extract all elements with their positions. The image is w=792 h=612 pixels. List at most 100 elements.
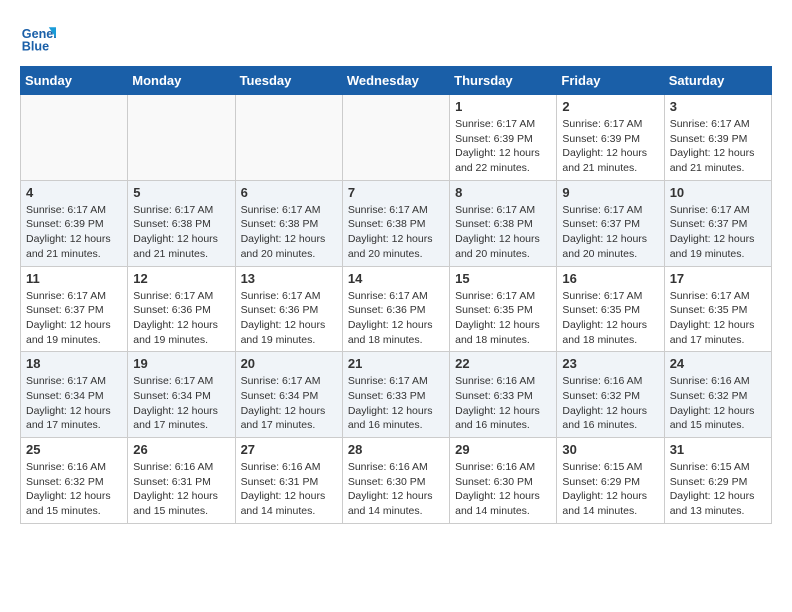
day-number: 30 [562, 442, 658, 457]
calendar-day-cell: 10 Sunrise: 6:17 AM Sunset: 6:37 PM Dayli… [664, 180, 771, 266]
day-info: Sunrise: 6:17 AM Sunset: 6:33 PM Dayligh… [348, 374, 444, 433]
day-info: Sunrise: 6:17 AM Sunset: 6:35 PM Dayligh… [670, 289, 766, 348]
day-info: Sunrise: 6:15 AM Sunset: 6:29 PM Dayligh… [562, 460, 658, 519]
logo: General Blue [20, 20, 60, 56]
day-info: Sunrise: 6:17 AM Sunset: 6:35 PM Dayligh… [562, 289, 658, 348]
day-number: 27 [241, 442, 337, 457]
day-number: 19 [133, 356, 229, 371]
day-info: Sunrise: 6:16 AM Sunset: 6:32 PM Dayligh… [562, 374, 658, 433]
day-info: Sunrise: 6:15 AM Sunset: 6:29 PM Dayligh… [670, 460, 766, 519]
calendar-day-cell: 11Sunrise: 6:17 AM Sunset: 6:37 PM Dayli… [21, 266, 128, 352]
calendar-table: SundayMondayTuesdayWednesdayThursdayFrid… [20, 66, 772, 524]
day-info: Sunrise: 6:17 AM Sunset: 6:39 PM Dayligh… [455, 117, 551, 176]
calendar-day-cell: 8 Sunrise: 6:17 AM Sunset: 6:38 PM Daylig… [450, 180, 557, 266]
calendar-day-cell: 1 Sunrise: 6:17 AM Sunset: 6:39 PM Daylig… [450, 95, 557, 181]
day-number: 16 [562, 271, 658, 286]
calendar-day-cell: 31 Sunrise: 6:15 AM Sunset: 6:29 PM Dayli… [664, 438, 771, 524]
day-of-week-header: Wednesday [342, 67, 449, 95]
day-of-week-header: Friday [557, 67, 664, 95]
calendar-day-cell: 4Sunrise: 6:17 AM Sunset: 6:39 PM Daylig… [21, 180, 128, 266]
calendar-day-cell: 9 Sunrise: 6:17 AM Sunset: 6:37 PM Daylig… [557, 180, 664, 266]
day-info: Sunrise: 6:17 AM Sunset: 6:34 PM Dayligh… [241, 374, 337, 433]
day-info: Sunrise: 6:17 AM Sunset: 6:36 PM Dayligh… [241, 289, 337, 348]
day-info: Sunrise: 6:17 AM Sunset: 6:38 PM Dayligh… [455, 203, 551, 262]
day-of-week-header: Thursday [450, 67, 557, 95]
day-info: Sunrise: 6:16 AM Sunset: 6:33 PM Dayligh… [455, 374, 551, 433]
day-number: 10 [670, 185, 766, 200]
calendar-day-cell: 24 Sunrise: 6:16 AM Sunset: 6:32 PM Dayli… [664, 352, 771, 438]
day-info: Sunrise: 6:17 AM Sunset: 6:38 PM Dayligh… [348, 203, 444, 262]
day-of-week-header: Saturday [664, 67, 771, 95]
calendar-day-cell: 22 Sunrise: 6:16 AM Sunset: 6:33 PM Dayli… [450, 352, 557, 438]
day-number: 22 [455, 356, 551, 371]
calendar-day-cell [235, 95, 342, 181]
logo-icon: General Blue [20, 20, 56, 56]
calendar-day-cell: 13 Sunrise: 6:17 AM Sunset: 6:36 PM Dayli… [235, 266, 342, 352]
day-number: 14 [348, 271, 444, 286]
day-info: Sunrise: 6:16 AM Sunset: 6:30 PM Dayligh… [455, 460, 551, 519]
day-info: Sunrise: 6:16 AM Sunset: 6:32 PM Dayligh… [670, 374, 766, 433]
day-info: Sunrise: 6:16 AM Sunset: 6:31 PM Dayligh… [133, 460, 229, 519]
day-info: Sunrise: 6:16 AM Sunset: 6:30 PM Dayligh… [348, 460, 444, 519]
day-info: Sunrise: 6:17 AM Sunset: 6:39 PM Dayligh… [26, 203, 122, 262]
calendar-day-cell: 26Sunrise: 6:16 AM Sunset: 6:31 PM Dayli… [128, 438, 235, 524]
calendar-day-cell: 3Sunrise: 6:17 AM Sunset: 6:39 PM Daylig… [664, 95, 771, 181]
day-info: Sunrise: 6:17 AM Sunset: 6:35 PM Dayligh… [455, 289, 551, 348]
day-number: 5 [133, 185, 229, 200]
calendar-day-cell [128, 95, 235, 181]
day-number: 23 [562, 356, 658, 371]
day-info: Sunrise: 6:17 AM Sunset: 6:36 PM Dayligh… [133, 289, 229, 348]
day-number: 1 [455, 99, 551, 114]
calendar-week-row: 11Sunrise: 6:17 AM Sunset: 6:37 PM Dayli… [21, 266, 772, 352]
day-info: Sunrise: 6:17 AM Sunset: 6:37 PM Dayligh… [670, 203, 766, 262]
svg-text:Blue: Blue [22, 40, 49, 54]
calendar-day-cell: 17Sunrise: 6:17 AM Sunset: 6:35 PM Dayli… [664, 266, 771, 352]
day-number: 31 [670, 442, 766, 457]
day-info: Sunrise: 6:17 AM Sunset: 6:39 PM Dayligh… [670, 117, 766, 176]
calendar-day-cell: 6Sunrise: 6:17 AM Sunset: 6:38 PM Daylig… [235, 180, 342, 266]
calendar-week-row: 18Sunrise: 6:17 AM Sunset: 6:34 PM Dayli… [21, 352, 772, 438]
day-number: 24 [670, 356, 766, 371]
calendar-day-cell [342, 95, 449, 181]
day-number: 7 [348, 185, 444, 200]
calendar-day-cell: 25Sunrise: 6:16 AM Sunset: 6:32 PM Dayli… [21, 438, 128, 524]
day-number: 21 [348, 356, 444, 371]
day-of-week-header: Monday [128, 67, 235, 95]
day-number: 13 [241, 271, 337, 286]
day-info: Sunrise: 6:17 AM Sunset: 6:34 PM Dayligh… [26, 374, 122, 433]
day-number: 12 [133, 271, 229, 286]
day-of-week-header: Tuesday [235, 67, 342, 95]
day-info: Sunrise: 6:17 AM Sunset: 6:37 PM Dayligh… [562, 203, 658, 262]
calendar-day-cell [21, 95, 128, 181]
calendar-day-cell: 15 Sunrise: 6:17 AM Sunset: 6:35 PM Dayli… [450, 266, 557, 352]
day-info: Sunrise: 6:17 AM Sunset: 6:39 PM Dayligh… [562, 117, 658, 176]
day-number: 9 [562, 185, 658, 200]
day-number: 8 [455, 185, 551, 200]
day-number: 2 [562, 99, 658, 114]
calendar-day-cell: 2 Sunrise: 6:17 AM Sunset: 6:39 PM Daylig… [557, 95, 664, 181]
day-number: 20 [241, 356, 337, 371]
calendar-day-cell: 29 Sunrise: 6:16 AM Sunset: 6:30 PM Dayli… [450, 438, 557, 524]
day-info: Sunrise: 6:16 AM Sunset: 6:32 PM Dayligh… [26, 460, 122, 519]
day-number: 15 [455, 271, 551, 286]
calendar-day-cell: 7 Sunrise: 6:17 AM Sunset: 6:38 PM Daylig… [342, 180, 449, 266]
day-number: 28 [348, 442, 444, 457]
calendar-day-cell: 20 Sunrise: 6:17 AM Sunset: 6:34 PM Dayli… [235, 352, 342, 438]
calendar-day-cell: 28 Sunrise: 6:16 AM Sunset: 6:30 PM Dayli… [342, 438, 449, 524]
calendar-day-cell: 27 Sunrise: 6:16 AM Sunset: 6:31 PM Dayli… [235, 438, 342, 524]
day-info: Sunrise: 6:17 AM Sunset: 6:36 PM Dayligh… [348, 289, 444, 348]
calendar-day-cell: 12 Sunrise: 6:17 AM Sunset: 6:36 PM Dayli… [128, 266, 235, 352]
calendar-day-cell: 30 Sunrise: 6:15 AM Sunset: 6:29 PM Dayli… [557, 438, 664, 524]
calendar-day-cell: 14 Sunrise: 6:17 AM Sunset: 6:36 PM Dayli… [342, 266, 449, 352]
calendar-day-cell: 5 Sunrise: 6:17 AM Sunset: 6:38 PM Daylig… [128, 180, 235, 266]
day-info: Sunrise: 6:17 AM Sunset: 6:38 PM Dayligh… [133, 203, 229, 262]
page-header: General Blue [20, 20, 772, 56]
day-number: 6 [241, 185, 337, 200]
calendar-week-row: 25Sunrise: 6:16 AM Sunset: 6:32 PM Dayli… [21, 438, 772, 524]
calendar-day-cell: 19Sunrise: 6:17 AM Sunset: 6:34 PM Dayli… [128, 352, 235, 438]
calendar-day-cell: 18Sunrise: 6:17 AM Sunset: 6:34 PM Dayli… [21, 352, 128, 438]
calendar-day-cell: 16 Sunrise: 6:17 AM Sunset: 6:35 PM Dayli… [557, 266, 664, 352]
day-number: 29 [455, 442, 551, 457]
calendar-day-cell: 23 Sunrise: 6:16 AM Sunset: 6:32 PM Dayli… [557, 352, 664, 438]
day-info: Sunrise: 6:16 AM Sunset: 6:31 PM Dayligh… [241, 460, 337, 519]
